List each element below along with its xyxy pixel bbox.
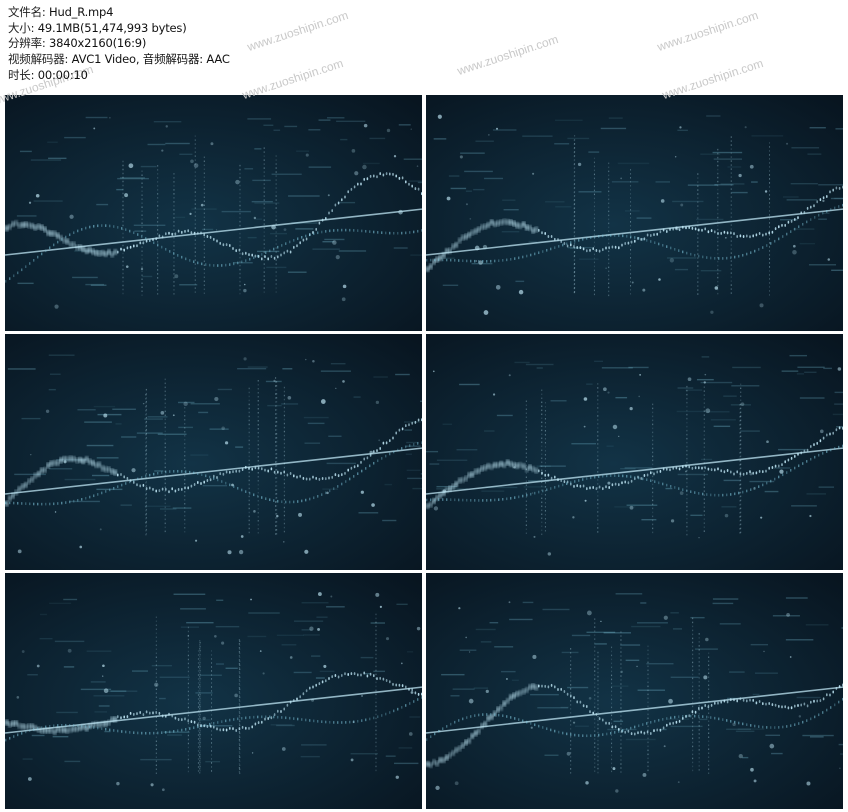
- watermark-text: www.zuoshipin.com: [245, 8, 350, 54]
- filename-label: 文件名:: [8, 5, 50, 19]
- size-label: 大小:: [8, 20, 38, 35]
- hud-graph-frame: [5, 95, 422, 331]
- resolution-row: 分辨率: 3840x2160(16:9): [8, 36, 230, 52]
- duration-label: 时长:: [8, 67, 38, 82]
- video-thumbnail-6[interactable]: [426, 573, 843, 809]
- codec-row: 视频解码器: AVC1 Video, 音频解码器: AAC: [8, 52, 230, 68]
- watermark-text: www.zuoshipin.com: [455, 32, 560, 78]
- size-value: 49.1MB(51,474,993 bytes): [37, 20, 187, 35]
- filename-value: Hud_R.mp4: [49, 5, 114, 19]
- video-thumbnail-4[interactable]: [426, 334, 843, 570]
- hud-graph-frame: [5, 573, 422, 809]
- video-thumbnail-2[interactable]: [426, 95, 843, 331]
- hud-graph-frame: [426, 334, 843, 570]
- video-thumbnail-5[interactable]: [5, 573, 422, 809]
- size-row: 大小: 49.1MB(51,474,993 bytes): [8, 21, 230, 37]
- video-thumbnail-1[interactable]: [5, 95, 422, 331]
- codec-value: AVC1 Video, 音频解码器: AAC: [71, 52, 230, 67]
- hud-graph-frame: [426, 95, 843, 331]
- watermark-text: www.zuoshipin.com: [655, 8, 760, 54]
- resolution-label: 分辨率:: [8, 36, 50, 51]
- hud-graph-frame: [426, 573, 843, 809]
- duration-row: 时长: 00:00:10: [8, 68, 230, 84]
- duration-value: 00:00:10: [37, 67, 88, 82]
- hud-graph-frame: [5, 334, 422, 570]
- file-info-panel: 文件名: Hud_R.mp4 大小: 49.1MB(51,474,993 byt…: [8, 5, 230, 84]
- resolution-value: 3840x2160(16:9): [49, 36, 147, 51]
- video-thumbnail-3[interactable]: [5, 334, 422, 570]
- filename-row: 文件名: Hud_R.mp4: [8, 5, 230, 21]
- codec-label: 视频解码器:: [8, 52, 72, 67]
